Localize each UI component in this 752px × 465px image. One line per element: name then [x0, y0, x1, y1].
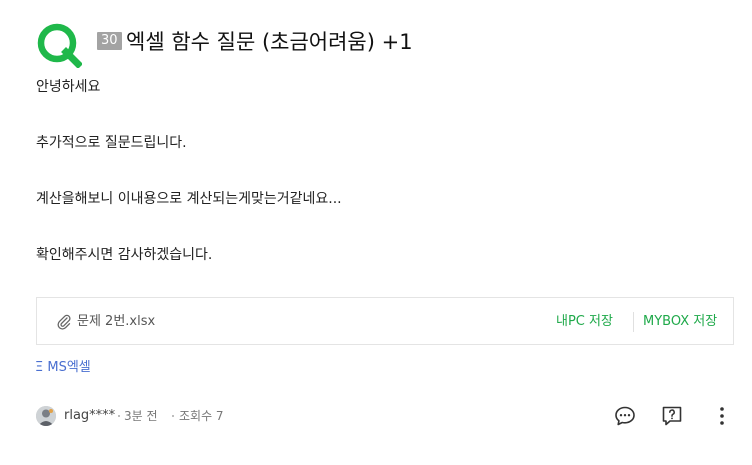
- body-line: 확인해주시면 감사하겠습니다.: [36, 247, 213, 263]
- body-line: 안녕하세요: [36, 79, 101, 95]
- save-to-pc-button[interactable]: 내PC 저장: [556, 312, 613, 332]
- attachment-box: 문제 2번.xlsx 내PC 저장 MYBOX 저장: [36, 297, 734, 345]
- category-tag[interactable]: Ξ MS엑셀: [35, 359, 91, 377]
- view-count: 조회수 7: [179, 409, 224, 423]
- more-vertical-icon[interactable]: [710, 404, 734, 428]
- body-line: 계산을해보니 이내용으로 계산되는게맞는거같네요...: [36, 191, 342, 207]
- post-time: 3분 전: [124, 409, 158, 423]
- avatar-image: [36, 406, 56, 426]
- author-row: rlag**** 3분 전 조회수 7: [36, 404, 736, 428]
- paperclip-icon: [57, 314, 71, 330]
- comment-icon[interactable]: [613, 404, 637, 428]
- divider: [633, 312, 634, 332]
- question-body: 안녕하세요 추가적으로 질문드립니다. 계산을해보니 이내용으로 계산되는게맞는…: [36, 77, 342, 265]
- q-icon: [37, 23, 82, 68]
- author-name[interactable]: rlag****: [64, 407, 115, 425]
- question-box-icon[interactable]: [660, 404, 684, 428]
- points-badge: 30: [97, 32, 122, 50]
- save-to-mybox-button[interactable]: MYBOX 저장: [643, 312, 717, 332]
- separator-dot: [118, 415, 120, 417]
- avatar[interactable]: [36, 406, 56, 426]
- attachment-filename[interactable]: 문제 2번.xlsx: [77, 312, 155, 332]
- question-title: 엑셀 함수 질문 (초금어려움) +1: [126, 30, 413, 54]
- separator-dot: [172, 415, 174, 417]
- body-line: 추가적으로 질문드립니다.: [36, 135, 187, 151]
